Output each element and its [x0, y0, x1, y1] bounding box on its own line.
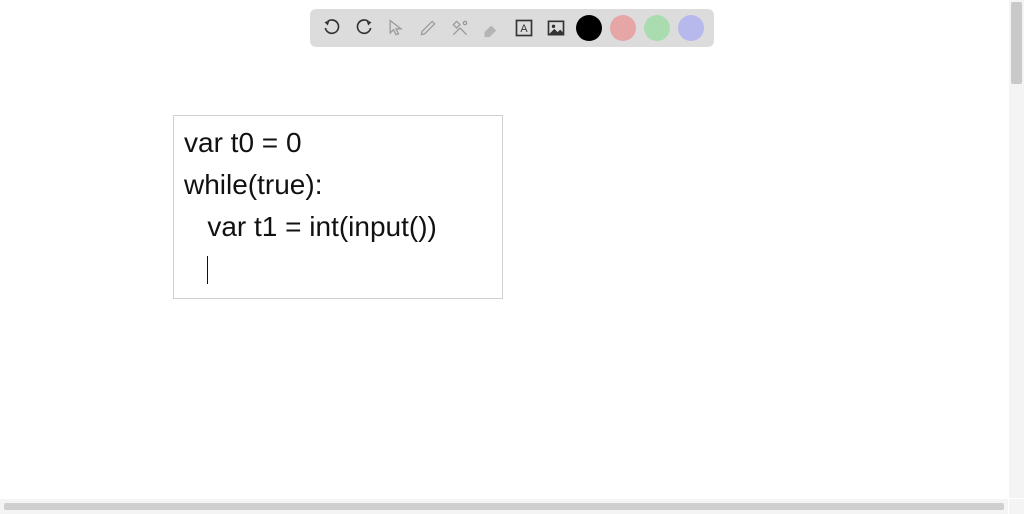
color-green[interactable] — [644, 15, 670, 41]
image-button[interactable] — [544, 16, 568, 40]
color-purple[interactable] — [678, 15, 704, 41]
undo-icon — [322, 18, 342, 38]
text-button[interactable]: A — [512, 16, 536, 40]
code-line: var t1 = int(input()) — [184, 211, 437, 242]
eraser-icon — [482, 18, 502, 38]
eraser-button[interactable] — [480, 16, 504, 40]
pen-icon — [418, 18, 438, 38]
tools-button[interactable] — [448, 16, 472, 40]
text-cursor — [207, 256, 208, 284]
redo-icon — [354, 18, 374, 38]
horizontal-scrollbar[interactable] — [0, 499, 1008, 514]
toolbar: A — [310, 9, 714, 47]
text-icon: A — [514, 18, 534, 38]
vertical-scrollbar[interactable] — [1009, 0, 1024, 498]
redo-button[interactable] — [352, 16, 376, 40]
code-line: while(true): — [184, 169, 322, 200]
undo-button[interactable] — [320, 16, 344, 40]
pen-button[interactable] — [416, 16, 440, 40]
tools-icon — [450, 18, 470, 38]
color-black[interactable] — [576, 15, 602, 41]
code-line — [184, 253, 207, 284]
color-pink[interactable] — [610, 15, 636, 41]
code-line: var t0 = 0 — [184, 127, 302, 158]
image-icon — [546, 18, 566, 38]
text-editor[interactable]: var t0 = 0 while(true): var t1 = int(inp… — [173, 115, 503, 299]
vertical-scrollbar-thumb[interactable] — [1011, 2, 1022, 84]
scrollbar-corner — [1009, 499, 1024, 514]
horizontal-scrollbar-thumb[interactable] — [4, 503, 1004, 510]
pointer-button[interactable] — [384, 16, 408, 40]
svg-text:A: A — [520, 23, 528, 35]
pointer-icon — [386, 18, 406, 38]
